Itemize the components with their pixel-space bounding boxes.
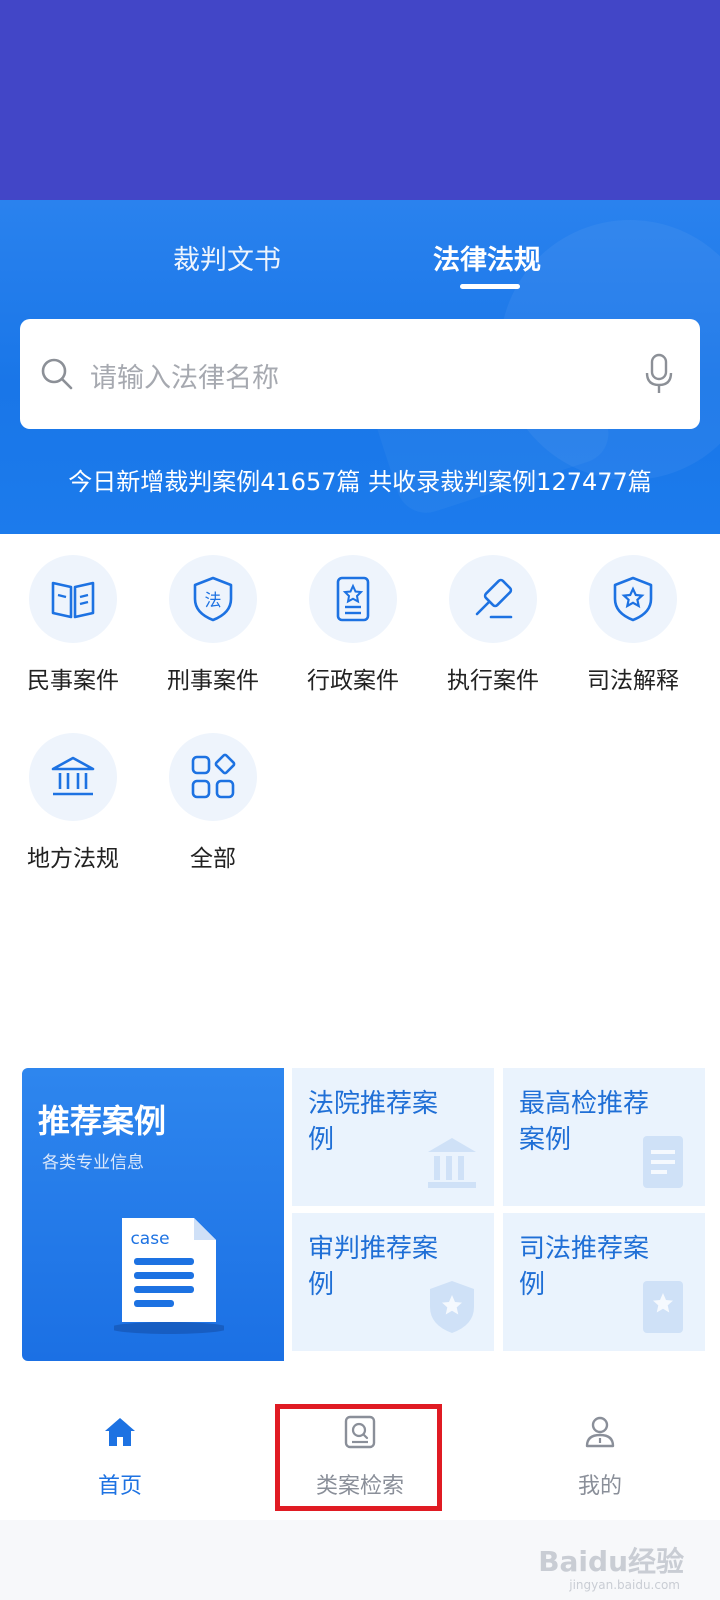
recommended-title: 推荐案例 bbox=[38, 1102, 167, 1140]
search-input[interactable]: 请输入法律名称 bbox=[20, 319, 700, 429]
search-placeholder: 请输入法律名称 bbox=[90, 363, 279, 394]
category-label: 行政案件 bbox=[307, 668, 399, 694]
recommended-cases-banner[interactable]: 推荐案例 各类专业信息 case bbox=[22, 1068, 284, 1361]
nav-home[interactable]: 首页 bbox=[0, 1400, 240, 1520]
category-label: 司法解释 bbox=[587, 668, 679, 694]
shield-star-icon bbox=[613, 576, 653, 622]
document-icon bbox=[643, 1136, 683, 1188]
case-document-icon: case bbox=[114, 1218, 224, 1334]
category-administrative-cases[interactable]: 行政案件 bbox=[293, 555, 413, 695]
procuratorate-recommended-cases[interactable]: 最高检推荐案例 bbox=[503, 1068, 705, 1206]
courthouse-icon bbox=[428, 1138, 476, 1188]
judicial-recommended-cases[interactable]: 司法推荐案例 bbox=[503, 1213, 705, 1351]
active-tab-indicator bbox=[460, 284, 520, 289]
document-star-icon bbox=[336, 576, 370, 622]
recommended-subtitle: 各类专业信息 bbox=[42, 1153, 144, 1173]
status-bar-area bbox=[0, 0, 720, 200]
microphone-icon[interactable] bbox=[644, 353, 674, 395]
category-all[interactable]: 全部 bbox=[153, 733, 273, 873]
category-label: 地方法规 bbox=[27, 846, 119, 872]
nav-me[interactable]: 我的 bbox=[480, 1400, 720, 1520]
shield-star-icon bbox=[430, 1281, 474, 1333]
category-label: 执行案件 bbox=[447, 668, 539, 694]
category-criminal-cases[interactable]: 法 刑事案件 bbox=[153, 555, 273, 695]
user-icon bbox=[585, 1416, 615, 1448]
tab-laws-regulations[interactable]: 法律法规 bbox=[433, 238, 541, 277]
watermark-text: Baidu经验 bbox=[538, 1545, 684, 1578]
category-execution-cases[interactable]: 执行案件 bbox=[433, 555, 553, 695]
shield-law-icon: 法 bbox=[193, 576, 233, 622]
category-judicial-interpretation[interactable]: 司法解释 bbox=[573, 555, 693, 695]
highlight-annotation-box bbox=[275, 1404, 442, 1511]
court-recommended-cases[interactable]: 法院推荐案例 bbox=[292, 1068, 494, 1206]
courthouse-icon bbox=[51, 756, 95, 796]
document-star-icon bbox=[643, 1281, 683, 1333]
category-label: 民事案件 bbox=[27, 668, 119, 694]
book-icon bbox=[51, 581, 95, 619]
category-label: 全部 bbox=[190, 846, 236, 872]
gavel-icon bbox=[475, 578, 513, 619]
hero-banner: 裁判文书 法律法规 请输入法律名称 今日新增裁判案例41657篇 共收录裁判案例… bbox=[0, 200, 720, 534]
category-civil-cases[interactable]: 民事案件 bbox=[13, 555, 133, 695]
svg-text:法: 法 bbox=[205, 591, 222, 611]
category-label: 刑事案件 bbox=[167, 668, 259, 694]
grid-icon bbox=[191, 753, 236, 799]
trial-recommended-cases[interactable]: 审判推荐案例 bbox=[292, 1213, 494, 1351]
tab-judgment-documents[interactable]: 裁判文书 bbox=[173, 238, 281, 277]
case-doc-label: case bbox=[130, 1229, 169, 1249]
nav-label: 我的 bbox=[577, 1474, 622, 1499]
home-icon bbox=[105, 1418, 135, 1446]
watermark-url: jingyan.baidu.com bbox=[569, 1578, 680, 1592]
category-local-regulations[interactable]: 地方法规 bbox=[13, 733, 133, 873]
nav-label: 首页 bbox=[97, 1474, 142, 1499]
search-icon bbox=[41, 358, 73, 390]
stats-text: 今日新增裁判案例41657篇 共收录裁判案例127477篇 bbox=[68, 468, 652, 496]
